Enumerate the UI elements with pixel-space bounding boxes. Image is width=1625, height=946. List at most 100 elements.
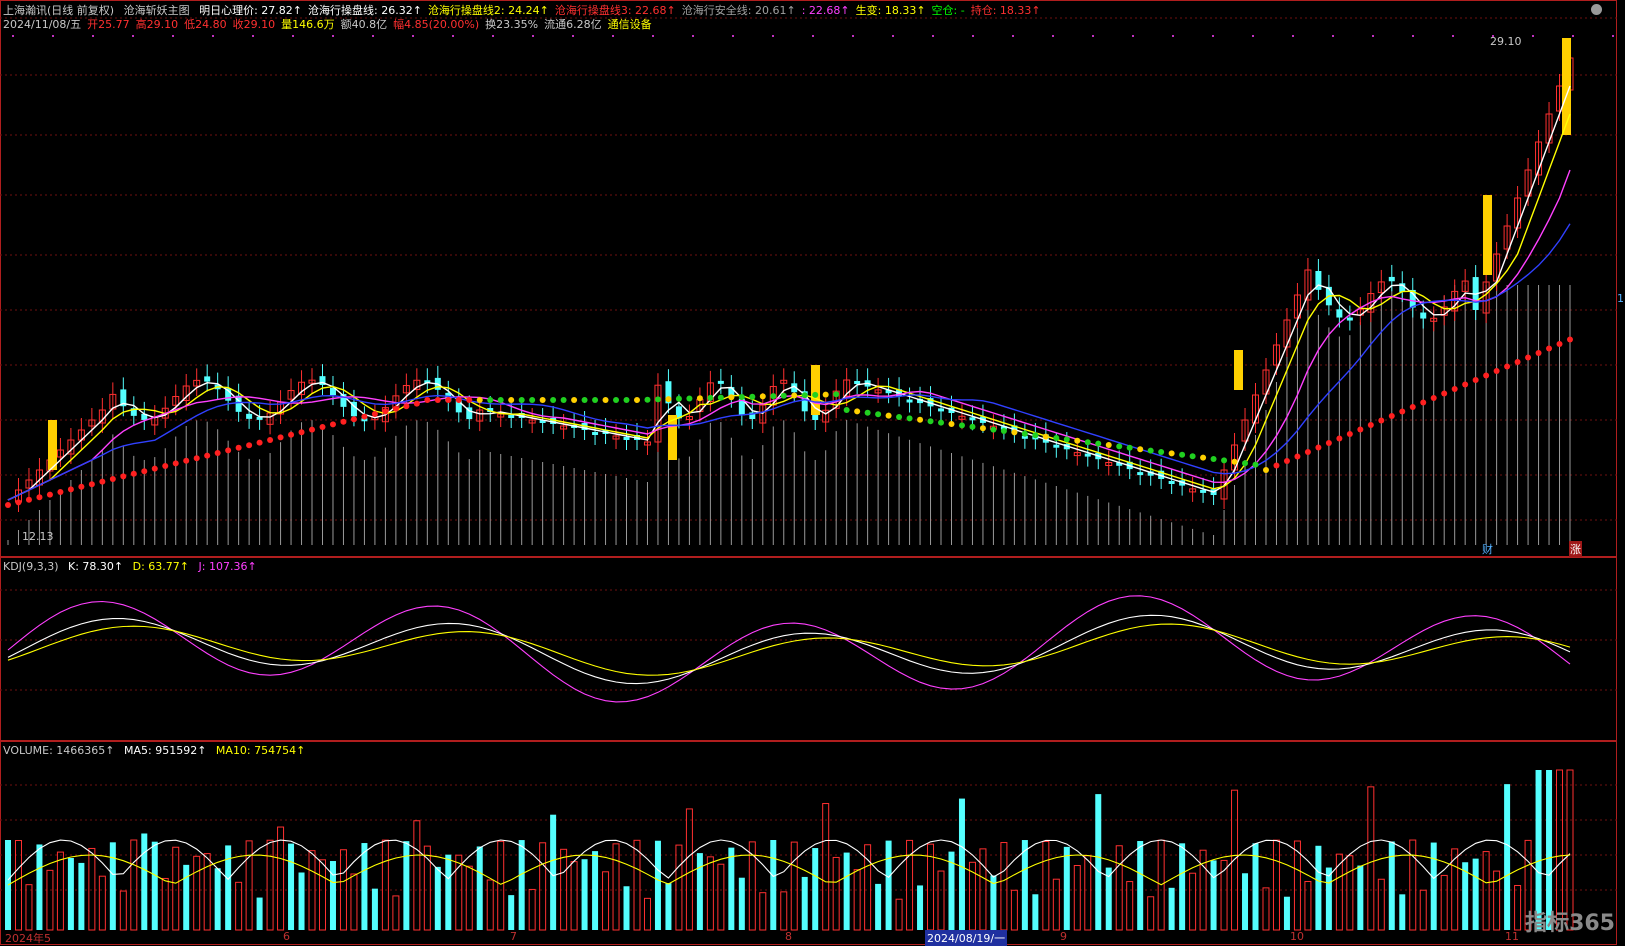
- side-mark: 1: [1617, 292, 1624, 305]
- top-tick-dot: [1132, 35, 1134, 37]
- support-dot: [298, 429, 305, 436]
- support-dot: [1105, 442, 1112, 448]
- support-dot: [854, 408, 861, 415]
- chart-canvas[interactable]: [0, 0, 1625, 945]
- support-dot: [969, 423, 976, 430]
- support-dot: [413, 400, 420, 407]
- support-dot: [1210, 456, 1217, 462]
- volume-bar: [1293, 840, 1301, 931]
- top-tick-dot: [852, 35, 854, 37]
- candle-body: [592, 432, 599, 435]
- highlight-candle: [1234, 350, 1243, 390]
- support-dot: [1336, 435, 1343, 442]
- volume-bar: [235, 881, 243, 931]
- candle-body: [1200, 489, 1207, 493]
- support-dot: [183, 457, 190, 464]
- top-tick-dot: [1412, 35, 1414, 37]
- top-tick-dot: [1292, 35, 1294, 37]
- support-dot: [654, 396, 661, 403]
- volume-ma5-line: [7, 839, 1571, 881]
- support-dot: [990, 426, 997, 433]
- candle-body: [1388, 276, 1395, 282]
- volume-bar: [46, 869, 54, 931]
- volume-bar: [1242, 873, 1249, 930]
- support-dot: [1420, 399, 1427, 406]
- volume-bar: [696, 853, 703, 930]
- top-tick-dot: [812, 35, 814, 37]
- volume-bar: [1399, 894, 1406, 930]
- volume-bar: [1052, 878, 1060, 931]
- support-dot: [392, 405, 399, 412]
- support-dot: [1451, 386, 1458, 392]
- support-dot: [728, 394, 735, 401]
- volume-bar: [654, 840, 661, 930]
- volume-bar: [1482, 851, 1490, 931]
- volume-bar: [643, 897, 651, 931]
- support-dot: [15, 499, 22, 506]
- volume-bar: [434, 866, 441, 930]
- volume-bar: [1137, 841, 1144, 930]
- date-axis-label: 11: [1505, 930, 1519, 943]
- volume-bar: [612, 843, 620, 931]
- support-dot: [487, 397, 494, 403]
- support-dot: [1158, 449, 1165, 455]
- volume-bar: [706, 856, 714, 931]
- support-dot: [1493, 368, 1500, 374]
- top-tick-dot: [332, 35, 334, 37]
- support-dot: [1546, 345, 1553, 352]
- support-dot: [1325, 440, 1332, 446]
- top-tick-dot: [652, 35, 654, 37]
- support-dot: [1095, 440, 1102, 447]
- volume-bar: [592, 851, 599, 930]
- support-dot: [592, 397, 599, 403]
- support-dot: [256, 439, 263, 446]
- kdj-j-line: [7, 595, 1571, 703]
- volume-bar: [172, 846, 180, 931]
- support-dot: [225, 447, 232, 454]
- volume-bar: [1430, 842, 1437, 930]
- support-dot: [193, 455, 200, 462]
- volume-bar: [245, 840, 253, 931]
- top-tick-dot: [452, 35, 454, 37]
- support-dot: [927, 418, 934, 425]
- volume-bar: [1189, 872, 1197, 931]
- top-tick-dot: [1612, 35, 1614, 37]
- volume-bar: [298, 872, 305, 930]
- volume-bar: [130, 839, 138, 931]
- top-tick-dot: [1252, 35, 1254, 37]
- volume-bar: [738, 877, 745, 930]
- support-dot: [1231, 458, 1238, 465]
- support-dot: [979, 425, 986, 432]
- support-dot: [130, 470, 137, 477]
- support-dot: [1063, 436, 1070, 443]
- volume-bar: [685, 808, 693, 931]
- support-dot: [309, 426, 316, 433]
- finance-tag: 财: [1482, 543, 1493, 556]
- support-dot: [1032, 432, 1039, 439]
- high-price-label: 29.10: [1490, 35, 1522, 48]
- support-dot: [1283, 458, 1290, 464]
- support-dot: [1221, 457, 1228, 464]
- volume-bar: [1084, 855, 1092, 931]
- volume-bar: [183, 864, 190, 930]
- volume-bar: [801, 876, 808, 930]
- candle-body: [204, 376, 211, 382]
- support-dot: [539, 397, 546, 403]
- volume-bar: [1440, 874, 1448, 931]
- volume-bar: [25, 884, 33, 931]
- top-tick-dot: [532, 35, 534, 37]
- low-price-label: 12.13: [22, 530, 54, 543]
- support-dot: [1525, 354, 1532, 361]
- top-tick-dot: [1092, 35, 1094, 37]
- volume-bar: [88, 847, 96, 931]
- volume-bar: [780, 891, 788, 931]
- volume-bar: [979, 848, 987, 931]
- support-dot: [833, 391, 840, 398]
- support-dot: [686, 395, 693, 402]
- top-tick-dot: [1532, 35, 1534, 37]
- volume-bar: [550, 814, 557, 930]
- top-tick-dot: [692, 35, 694, 37]
- candle-body: [717, 380, 724, 384]
- support-dot: [749, 393, 756, 400]
- volume-bar: [256, 897, 263, 930]
